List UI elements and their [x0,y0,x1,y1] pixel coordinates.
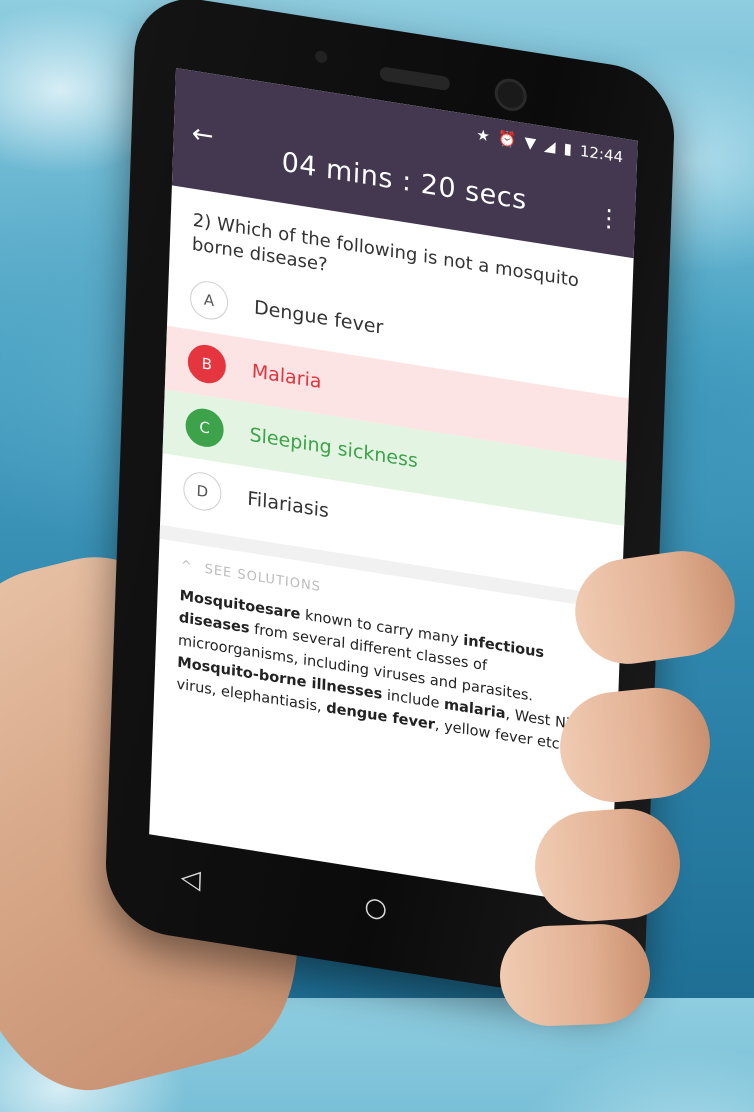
status-time: 12:44 [579,141,624,167]
phone-screen: ★ ⏰ ▼ ◢ ▮ 12:44 ← 04 mins : 20 secs ⋮ 2)… [149,68,638,908]
chevron-up-icon: ^ [180,557,193,575]
wifi-icon: ▼ [524,133,537,153]
back-triangle-icon[interactable]: ◁ [165,860,216,898]
option-label: Dengue fever [253,296,384,339]
sensor-dot [314,49,328,64]
earpiece [379,66,451,92]
option-label: Malaria [251,359,322,393]
front-camera [494,76,528,114]
option-letter: C [184,405,225,450]
overflow-menu-icon[interactable]: ⋮ [596,203,621,235]
option-letter: A [189,278,229,322]
finger [498,922,652,1028]
see-solutions-label: SEE SOLUTIONS [204,561,322,595]
option-label: Filariasis [246,487,330,522]
status-bar: ★ ⏰ ▼ ◢ ▮ 12:44 [476,125,623,166]
option-letter: B [187,341,227,386]
star-icon: ★ [476,125,491,146]
home-circle-icon[interactable]: ○ [350,889,401,927]
solution-segment: malaria [443,696,506,723]
option-label: Sleeping sickness [249,423,419,472]
signal-icon: ◢ [543,136,556,156]
photo-background: ★ ⏰ ▼ ◢ ▮ 12:44 ← 04 mins : 20 secs ⋮ 2)… [0,0,754,1112]
battery-icon: ▮ [563,139,573,159]
option-letter: D [182,469,223,513]
finger [531,805,684,925]
solution-segment: include [381,686,445,713]
alarm-icon: ⏰ [497,128,517,150]
